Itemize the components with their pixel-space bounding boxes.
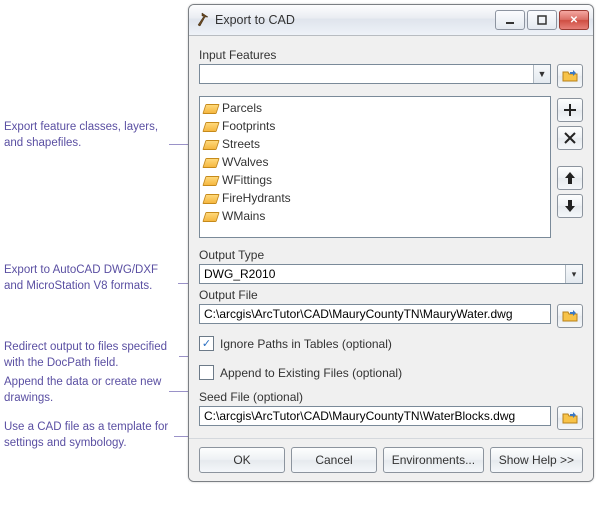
append-checkbox[interactable]: Append to Existing Files (optional)	[199, 365, 583, 380]
browse-seed-button[interactable]	[557, 406, 583, 430]
feature-class-icon	[204, 192, 218, 204]
feature-class-icon	[204, 156, 218, 168]
dialog-content: Input Features ▼ Parcels Footprints Street…	[189, 36, 593, 438]
seed-file-label: Seed File (optional)	[199, 390, 583, 404]
chevron-down-icon[interactable]: ▾	[565, 265, 582, 283]
callout-append: Append the data or create new drawings.	[4, 375, 169, 406]
input-features-combo[interactable]: ▼	[199, 64, 551, 84]
callout-seed: Use a CAD file as a template for setting…	[4, 420, 174, 451]
browse-output-button[interactable]	[557, 304, 583, 328]
window-title: Export to CAD	[215, 13, 495, 27]
feature-class-icon	[204, 120, 218, 132]
show-help-button[interactable]: Show Help >>	[490, 447, 583, 473]
input-features-input[interactable]	[200, 65, 533, 83]
remove-button[interactable]	[557, 126, 583, 150]
callout-text: Export to AutoCAD DWG/DXF and MicroStati…	[4, 264, 158, 292]
list-item-label: Parcels	[222, 101, 262, 115]
ignore-paths-label: Ignore Paths in Tables (optional)	[220, 337, 392, 351]
output-type-value[interactable]	[200, 265, 565, 283]
list-item-label: FireHydrants	[222, 191, 291, 205]
list-item[interactable]: WMains	[204, 207, 546, 225]
list-item-label: Streets	[222, 137, 260, 151]
callout-formats: Export to AutoCAD DWG/DXF and MicroStati…	[4, 263, 174, 294]
list-item-label: WMains	[222, 209, 265, 223]
minimize-button[interactable]	[495, 10, 525, 30]
browse-input-button[interactable]	[557, 64, 583, 88]
window-buttons: ✕	[495, 10, 589, 30]
titlebar: Export to CAD ✕	[189, 5, 593, 36]
list-item[interactable]: FireHydrants	[204, 189, 546, 207]
feature-list[interactable]: Parcels Footprints Streets WValves WFittings…	[199, 96, 551, 238]
input-features-label: Input Features	[199, 48, 583, 62]
cancel-button[interactable]: Cancel	[291, 447, 377, 473]
callout-text: Use a CAD file as a template for setting…	[4, 421, 168, 449]
feature-class-icon	[204, 210, 218, 222]
list-side-buttons	[557, 96, 583, 218]
output-file-label: Output File	[199, 288, 583, 302]
callout-text: Export feature classes, layers, and shap…	[4, 121, 158, 149]
environments-button[interactable]: Environments...	[383, 447, 484, 473]
add-button[interactable]	[557, 98, 583, 122]
move-up-button[interactable]	[557, 166, 583, 190]
seed-file-input[interactable]	[199, 406, 551, 426]
export-to-cad-window: Export to CAD ✕ Input Features ▼ Parcels…	[188, 4, 594, 482]
feature-class-icon	[204, 102, 218, 114]
feature-class-icon	[204, 174, 218, 186]
feature-class-icon	[204, 138, 218, 150]
list-item[interactable]: Streets	[204, 135, 546, 153]
list-item[interactable]: Parcels	[204, 99, 546, 117]
ignore-paths-checkbox[interactable]: ✓ Ignore Paths in Tables (optional)	[199, 336, 583, 351]
move-down-button[interactable]	[557, 194, 583, 218]
checkbox-icon: ✓	[199, 336, 214, 351]
list-item[interactable]: WValves	[204, 153, 546, 171]
button-bar: OK Cancel Environments... Show Help >>	[189, 438, 593, 481]
callout-features: Export feature classes, layers, and shap…	[4, 120, 169, 151]
maximize-button[interactable]	[527, 10, 557, 30]
ok-button[interactable]: OK	[199, 447, 285, 473]
append-label: Append to Existing Files (optional)	[220, 366, 402, 380]
callout-text: Append the data or create new drawings.	[4, 376, 161, 404]
app-icon	[195, 12, 211, 28]
callout-docpath: Redirect output to files specified with …	[4, 340, 184, 371]
list-item-label: Footprints	[222, 119, 275, 133]
callout-text: Redirect output to files specified with …	[4, 341, 167, 369]
list-item-label: WFittings	[222, 173, 272, 187]
close-button[interactable]: ✕	[559, 10, 589, 30]
output-type-combo[interactable]: ▾	[199, 264, 583, 284]
list-item[interactable]: Footprints	[204, 117, 546, 135]
list-item-label: WValves	[222, 155, 268, 169]
output-type-label: Output Type	[199, 248, 583, 262]
output-file-input[interactable]	[199, 304, 551, 324]
checkbox-icon	[199, 365, 214, 380]
chevron-down-icon[interactable]: ▼	[533, 65, 550, 83]
list-item[interactable]: WFittings	[204, 171, 546, 189]
